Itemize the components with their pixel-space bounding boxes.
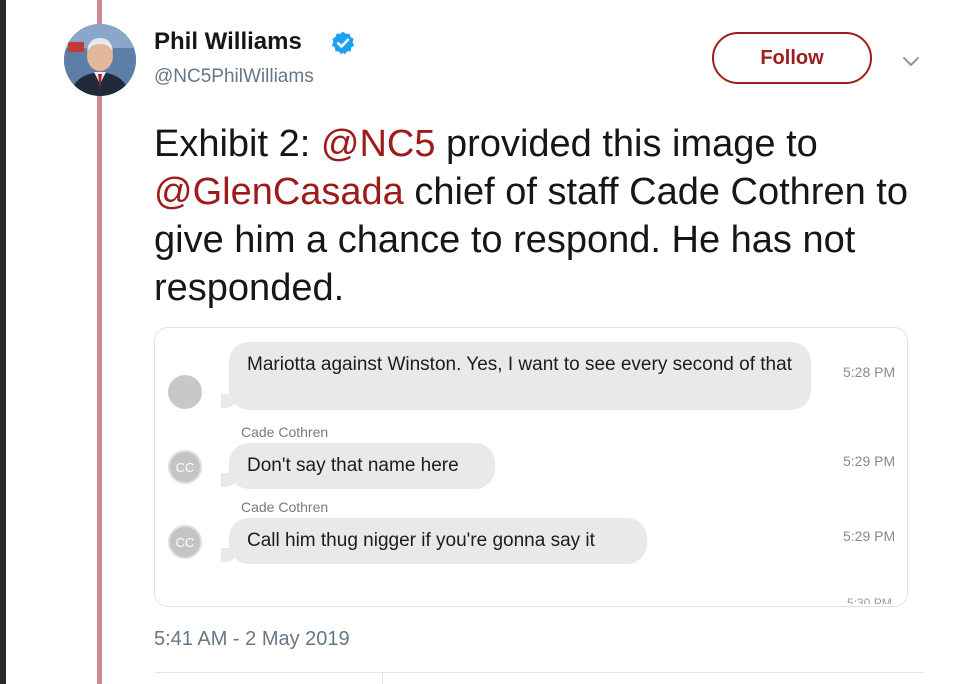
tweet-text-part: provided this image to (435, 123, 818, 165)
message-bubble: Mariotta against Winston. Yes, I want to… (221, 342, 811, 410)
mention-link[interactable]: @GlenCasada (154, 171, 404, 213)
divider (154, 672, 924, 673)
message-sender: Cade Cothren (241, 424, 329, 440)
message-avatar (168, 375, 202, 409)
chevron-down-icon[interactable] (900, 50, 922, 72)
follow-button[interactable]: Follow (712, 32, 872, 84)
divider-tick (382, 672, 383, 684)
message-sender: Cade Cothren (241, 499, 329, 515)
message-time-cut-off: 5:30 PM (847, 598, 892, 604)
message-avatar: CC (168, 450, 202, 484)
message-time: 5:29 PM (843, 453, 896, 469)
author-avatar-image (64, 24, 136, 96)
message-avatar: CC (168, 525, 202, 559)
message-bubble: Don't say that name here (221, 443, 495, 489)
verified-badge-icon (331, 31, 355, 55)
tweet-media-image[interactable]: Mariotta against Winston. Yes, I want to… (154, 327, 908, 607)
tweet-timestamp[interactable]: 5:41 AM - 2 May 2019 (154, 628, 350, 651)
message-time: 5:29 PM (843, 528, 896, 544)
author-avatar[interactable] (64, 24, 136, 96)
tweet-text: Exhibit 2: @NC5 provided this image to @… (154, 120, 944, 312)
author-name[interactable]: Phil Williams (154, 28, 302, 56)
message-bubble: Call him thug nigger if you're gonna say… (221, 518, 647, 564)
tweet-text-part: Exhibit 2: (154, 123, 321, 165)
mention-link[interactable]: @NC5 (321, 123, 436, 165)
message-time: 5:28 PM (843, 364, 896, 380)
author-handle[interactable]: @NC5PhilWilliams (154, 66, 314, 88)
left-edge-strip (0, 0, 6, 684)
thread-line (97, 0, 102, 684)
